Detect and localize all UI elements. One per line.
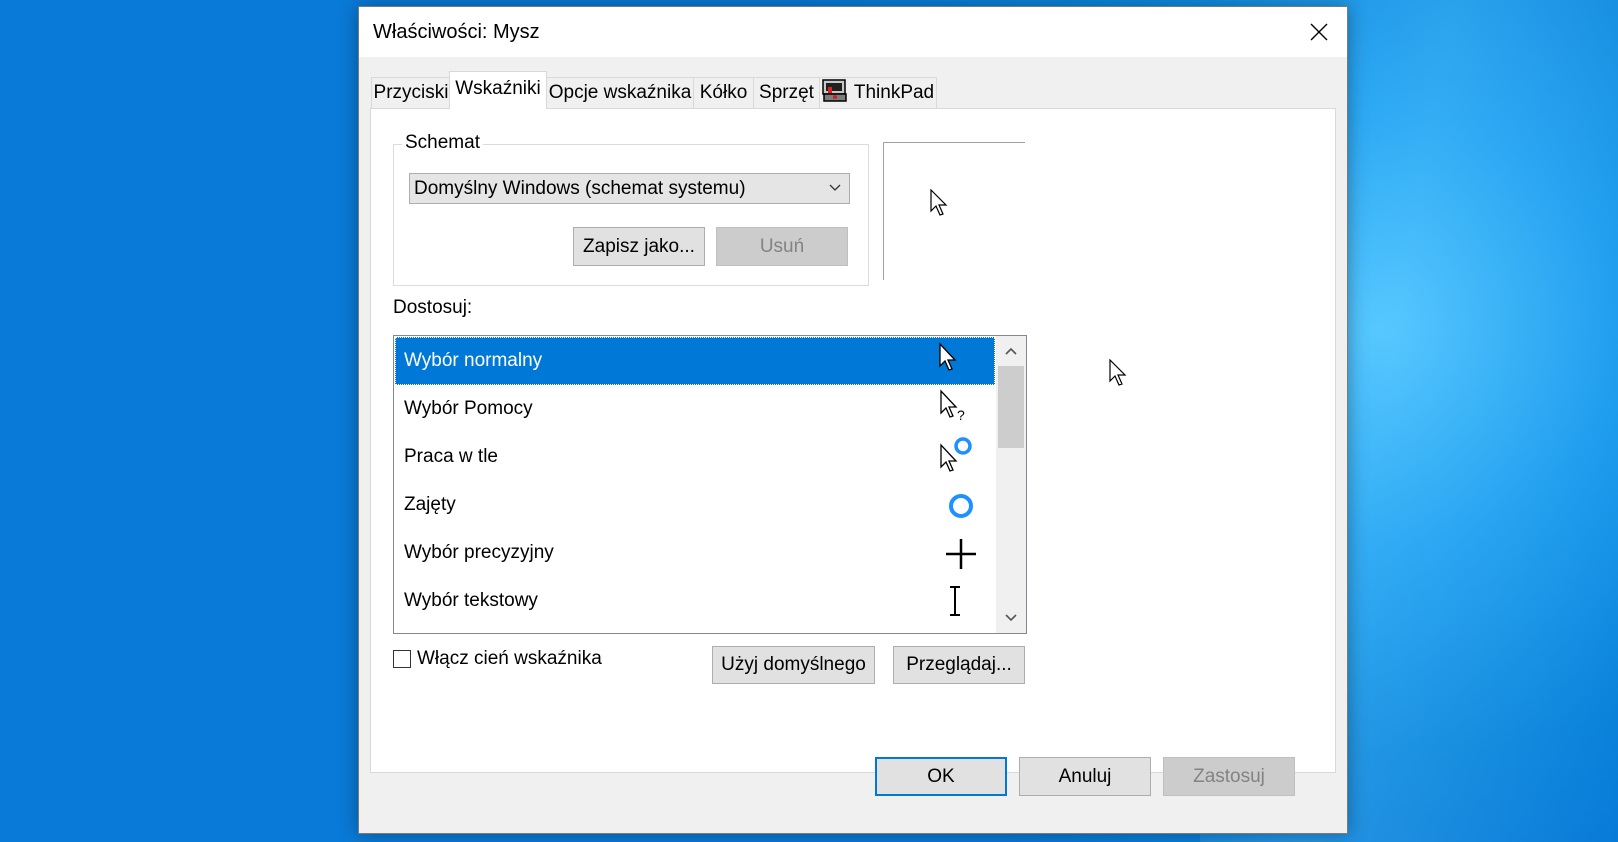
- cursor-preview: [883, 142, 1025, 280]
- scroll-thumb[interactable]: [998, 366, 1024, 448]
- arrow-cursor-icon: [1109, 359, 1127, 386]
- dialog-title: Właściwości: Mysz: [373, 21, 540, 43]
- arrow-cursor-icon: [930, 189, 948, 216]
- tab-wskazniki[interactable]: Wskaźniki: [449, 71, 547, 109]
- scheme-group: Schemat Domyślny Windows (schemat system…: [393, 132, 869, 286]
- scroll-down-button[interactable]: [996, 603, 1026, 633]
- svg-text:?: ?: [957, 407, 965, 423]
- title-bar: Właściwości: Mysz: [359, 7, 1347, 57]
- list-item[interactable]: Wybór tekstowy: [395, 577, 995, 625]
- working-background-cursor-icon: [940, 437, 972, 472]
- mouse-properties-dialog: Właściwości: Mysz Przyciski Wskaźniki Op…: [358, 6, 1348, 834]
- cursor-list[interactable]: Wybór normalny Wybór Pomocy ? Praca w tl…: [393, 335, 1027, 634]
- tab-opcje-wskaznika[interactable]: Opcje wskaźnika: [546, 77, 694, 108]
- list-item[interactable]: Praca w tle: [395, 433, 995, 481]
- text-beam-cursor-icon: [950, 586, 960, 616]
- scheme-selected-value: Domyślny Windows (schemat systemu): [414, 178, 746, 199]
- tab-kolko[interactable]: Kółko: [693, 77, 754, 108]
- list-item[interactable]: Wybór Pomocy ?: [395, 385, 995, 433]
- scheme-dropdown[interactable]: Domyślny Windows (schemat systemu): [409, 173, 850, 204]
- chevron-up-icon: [1005, 347, 1017, 355]
- list-scrollbar[interactable]: [996, 336, 1026, 633]
- list-item[interactable]: Wybór normalny: [395, 337, 995, 385]
- scheme-legend: Schemat: [402, 132, 483, 154]
- list-item[interactable]: Zajęty: [395, 481, 995, 529]
- tab-thinkpad[interactable]: ThinkPad: [819, 77, 937, 108]
- ok-button[interactable]: OK: [875, 757, 1007, 796]
- shadow-checkbox-label: Włącz cień wskaźnika: [417, 648, 602, 669]
- close-button[interactable]: [1291, 7, 1347, 57]
- help-cursor-icon: ?: [940, 389, 965, 423]
- browse-button[interactable]: Przeglądaj...: [893, 646, 1025, 684]
- close-icon: [1310, 23, 1328, 41]
- shadow-checkbox[interactable]: [393, 650, 411, 668]
- customize-label: Dostosuj:: [393, 297, 473, 318]
- list-item[interactable]: Wybór precyzyjny: [395, 529, 995, 577]
- scroll-up-button[interactable]: [996, 336, 1026, 366]
- crosshair-cursor-icon: [946, 539, 976, 569]
- tab-przyciski[interactable]: Przyciski: [371, 77, 451, 108]
- chevron-down-icon: [1005, 614, 1017, 622]
- arrow-cursor-icon: [939, 342, 957, 371]
- busy-cursor-icon: [949, 494, 973, 518]
- save-as-button[interactable]: Zapisz jako...: [573, 227, 705, 266]
- pointers-panel: Schemat Domyślny Windows (schemat system…: [370, 108, 1336, 773]
- chevron-down-icon: [829, 184, 841, 191]
- apply-button[interactable]: Zastosuj: [1163, 757, 1295, 796]
- tab-sprzet[interactable]: Sprzęt: [753, 77, 820, 108]
- delete-button[interactable]: Usuń: [716, 227, 848, 266]
- use-default-button[interactable]: Użyj domyślnego: [712, 646, 875, 684]
- cancel-button[interactable]: Anuluj: [1019, 757, 1151, 796]
